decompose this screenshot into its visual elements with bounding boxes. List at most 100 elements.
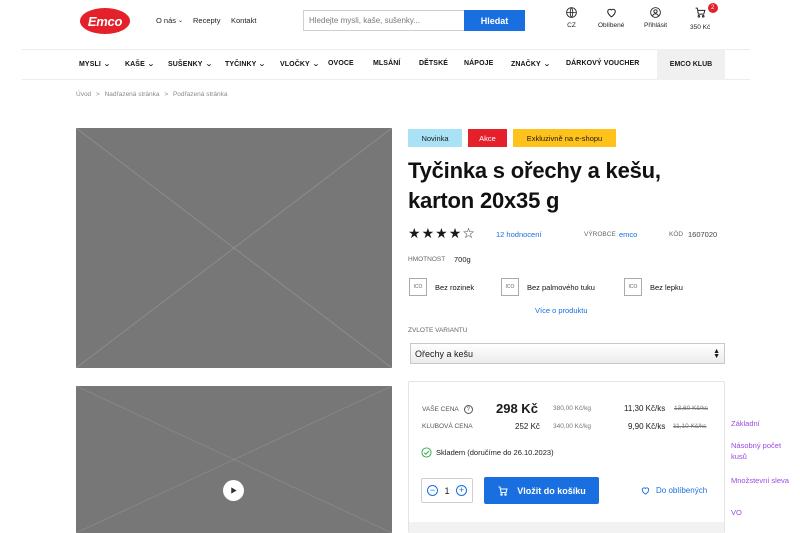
chevron-down-icon: ⌄ [311,61,320,68]
cart-icon [695,7,706,18]
category-tycinky[interactable]: TYČINKY ⌄ [225,60,267,69]
chevron-down-icon: ⌄ [542,61,551,68]
manufacturer-label: VÝROBCE [584,231,616,238]
favorites-label: Oblíbené [598,22,625,29]
add-to-cart-button[interactable]: Vložit do košíku [484,477,599,504]
side-link-basic[interactable]: Základní [731,418,791,429]
side-link-quantity-discount[interactable]: Množstevní sleva [731,475,791,486]
product-image-main[interactable] [76,128,392,368]
nav-recipes[interactable]: Recepty [193,16,221,25]
language-label: CZ [567,22,576,29]
play-button[interactable] [223,480,244,501]
reviews-link[interactable]: 12 hodnocení [496,230,541,239]
select-arrows-icon: ▲ ▼ [713,348,720,360]
stock-status: Skladem (doručíme do 26.10.2023) [421,447,554,458]
feature-gluten-free: ICO Bez lepku [624,278,683,296]
heart-icon [641,487,650,495]
emco-logo[interactable]: Emco [80,8,130,34]
club-price-label: KLUBOVÁ CENA [422,423,473,430]
cart-icon [498,486,508,496]
your-price: 298 Kč [496,401,538,416]
badge-sale: Akce [468,129,507,147]
add-to-favorites-button[interactable]: Do oblíbených [640,485,707,496]
breadcrumb-current: Podřazená stránka [172,91,228,98]
breadcrumb-parent[interactable]: Nadřazená stránka [105,91,160,98]
your-price-label-row: VAŠE CENA ? [422,405,473,414]
club-old-price: 11,10 Kč/ks [673,423,707,430]
stock-text: Skladem (doručíme do 26.10.2023) [436,448,554,457]
star-filled-icon: ★ [435,225,448,241]
variant-label: ZVLOTE VARIANTU [408,327,468,334]
breadcrumb: Úvod > Nadřazená stránka > Podřazená str… [76,91,228,98]
category-label: ZNAČKY [511,60,541,68]
nav-about-label: O nás [156,16,177,25]
club-piece-price: 9,90 Kč/ks [628,422,666,431]
badge-exclusive: Exkluzivně na e-shopu [513,129,616,147]
category-napoje[interactable]: NÁPOJE [464,60,493,67]
weight-label: HMOTNOST [408,256,446,263]
star-filled-icon: ★ [408,225,421,241]
your-piece-price: 11,30 Kč/ks [624,404,666,413]
favorites-link[interactable]: Oblíbené [598,6,624,29]
category-znacky[interactable]: ZNAČKY ⌄ [511,60,551,69]
search-button[interactable]: Hledat [464,10,525,31]
language-switch[interactable]: CZ [565,6,578,29]
login-label: Přihlásit [644,22,668,29]
chevron-down-icon: ⌄ [258,61,267,68]
category-label: VLOČKY [280,60,310,68]
category-susenky[interactable]: SUŠENKY ⌄ [168,60,213,69]
category-mlsani[interactable]: MLSÁNÍ [373,60,400,67]
category-label: TYČINKY [225,60,257,68]
category-emco-klub[interactable]: EMCO KLUB [657,49,725,80]
check-circle-icon [421,447,432,458]
your-price-label: VAŠE CENA [422,406,459,413]
help-icon[interactable]: ? [463,405,473,414]
variant-select[interactable]: Ořechy a kešu ▲ ▼ [410,343,725,364]
feature-label: Bez lepku [650,282,683,292]
category-detske[interactable]: DĚTSKÉ [419,60,448,67]
feature-label: Bez rozinek [435,282,475,292]
category-label: SUŠENKY [168,60,203,68]
your-old-price: 13,60 Kč/ks [674,405,708,412]
nav-about[interactable]: O nás ⌄ [156,16,183,25]
cart-count-badge: 2 [707,3,718,13]
quantity-stepper[interactable]: − 1 + [421,478,473,503]
manufacturer-link[interactable]: emco [619,230,637,239]
club-unit-price: 340,00 Kč/kg [553,423,591,430]
search-input[interactable]: Hledejte mysli, kaše, sušenky... [303,10,464,31]
breadcrumb-separator: > [96,91,100,98]
code-label: KÓD [669,231,684,238]
minus-icon[interactable]: − [427,485,438,496]
nav-contact[interactable]: Kontakt [231,16,256,25]
add-to-favorites-label: Do oblíbených [656,486,708,495]
category-ovoce[interactable]: OVOCE [328,60,354,67]
category-voucher[interactable]: DÁRKOVÝ VOUCHER [566,60,639,67]
cart-link[interactable]: 2 350 Kč [690,3,718,31]
chevron-down-icon: ⌄ [204,61,213,68]
no-raisins-icon: ICO [409,278,427,296]
category-mysli[interactable]: MYSLI ⌄ [79,60,111,69]
rating-stars[interactable]: ★ ★ ★ ★ ☆ [408,226,476,240]
variant-value: Ořechy a kešu [415,348,474,359]
more-about-product-link[interactable]: Více o produktu [535,306,588,315]
login-link[interactable]: Přihlásit [644,6,667,29]
side-link-multiple-pieces[interactable]: Násobný počet kusů [731,440,791,462]
chevron-down-icon: ⌄ [146,61,155,68]
image-placeholder-icon [76,128,392,368]
category-kase[interactable]: KAŠE ⌄ [125,60,155,69]
side-link-vo[interactable]: VO [731,507,791,518]
category-label: MYSLI [79,60,101,68]
category-vlocky[interactable]: VLOČKY ⌄ [280,60,320,69]
heart-icon [606,8,616,18]
product-title: Tyčinka s ořechy a kešu, karton 20x35 g [408,158,661,213]
chevron-down-icon: ⌄ [178,18,184,24]
feature-no-raisins: ICO Bez rozinek [409,278,474,296]
cart-price: 350 Kč [690,24,711,31]
category-label: KAŠE [125,60,145,68]
plus-icon[interactable]: + [455,485,467,496]
quantity-value[interactable]: 1 [444,486,449,496]
product-video[interactable] [76,386,392,533]
play-icon [231,487,237,494]
badge-new: Novinka [408,129,462,147]
breadcrumb-home[interactable]: Úvod [76,91,91,98]
